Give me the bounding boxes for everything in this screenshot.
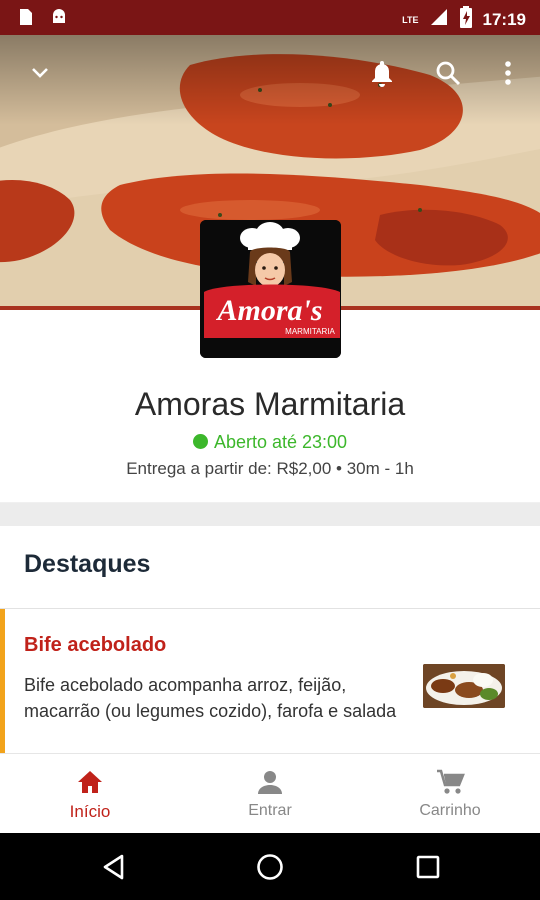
notifications-button[interactable] <box>362 55 402 95</box>
store-logo: Amora's MARMITARIA <box>200 220 341 358</box>
highlights-section: Destaques Bife acebolado Bife acebolado … <box>0 526 540 753</box>
logo-sub: MARMITARIA <box>285 327 335 336</box>
system-recents-button[interactable] <box>412 851 444 883</box>
home-icon <box>75 767 105 797</box>
store-name: Amoras Marmitaria <box>134 386 406 422</box>
highlights-title: Destaques <box>24 550 151 578</box>
system-home-button[interactable] <box>254 851 286 883</box>
system-back-button[interactable] <box>98 851 130 883</box>
android-icon <box>50 8 68 31</box>
bell-icon <box>369 59 395 92</box>
nav-item-entrar[interactable]: Entrar <box>180 754 360 833</box>
menu-item-description: Bife acebolado acompanha arroz, feijão, … <box>24 675 397 721</box>
logo-brand: Amora's <box>215 294 322 327</box>
back-icon <box>98 854 130 887</box>
nav-item-inicio[interactable]: Início <box>0 754 180 833</box>
item-accent-bar <box>0 609 5 753</box>
person-icon <box>255 767 285 797</box>
status-time: 17:19 <box>482 9 526 29</box>
home-circle-icon <box>254 854 286 887</box>
cart-icon <box>435 767 465 797</box>
more-vert-icon <box>504 60 512 91</box>
network-label: LTE <box>402 14 419 25</box>
section-divider <box>0 503 540 526</box>
recents-icon <box>412 855 444 887</box>
battery-icon <box>459 6 473 33</box>
bottom-navigation: Início Entrar Carrinho <box>0 753 540 833</box>
more-options-button[interactable] <box>488 55 528 95</box>
signal-icon <box>429 7 449 32</box>
chevron-down-icon <box>29 62 51 89</box>
delivery-info: Entrega a partir de: R$2,00 • 30m - 1h <box>126 459 414 478</box>
collapse-button[interactable] <box>20 55 60 95</box>
nav-label-entrar: Entrar <box>248 802 292 819</box>
menu-item-image <box>423 664 505 708</box>
system-navigation-bar <box>0 833 540 900</box>
search-icon <box>435 60 461 91</box>
store-status-label: Aberto até 23:00 <box>213 432 348 452</box>
search-button[interactable] <box>428 55 468 95</box>
status-bar: LTE 17:19 <box>0 0 540 35</box>
nav-label-inicio: Início <box>69 802 111 821</box>
menu-item-card[interactable]: Bife acebolado Bife acebolado acompanha … <box>0 609 540 753</box>
open-dot-icon <box>192 434 208 449</box>
menu-item-title: Bife acebolado <box>24 634 167 656</box>
store-open-status: Aberto até 23:00 <box>0 432 540 453</box>
nav-item-carrinho[interactable]: Carrinho <box>360 754 540 833</box>
nav-label-carrinho: Carrinho <box>419 802 481 819</box>
sd-card-icon <box>16 8 34 31</box>
